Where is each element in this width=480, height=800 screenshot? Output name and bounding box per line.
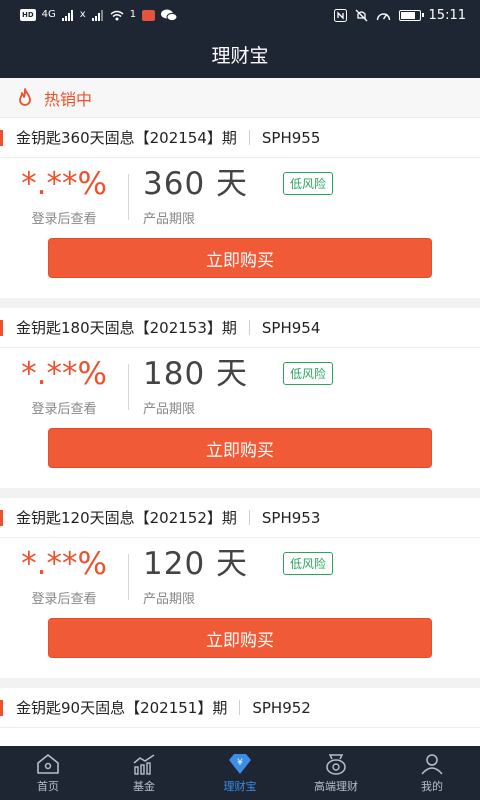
title-separator <box>248 130 250 145</box>
wifi-superscript: 1 <box>129 9 137 20</box>
rate-hint: 登录后查看 <box>31 212 97 227</box>
signal-2-icon: x <box>79 9 86 20</box>
buy-button[interactable]: 立即购买 <box>48 618 432 658</box>
product-card[interactable]: 金钥匙360天固息【202154】期 SPH955 *.**% 登录后查看 36… <box>0 118 480 298</box>
title-separator <box>239 700 241 715</box>
tab-label: 高端理财 <box>314 779 358 793</box>
risk-badge: 低风险 <box>283 552 334 575</box>
wifi-icon <box>110 10 124 20</box>
term-value: 120 天 <box>143 546 249 582</box>
buy-button[interactable]: 立即购买 <box>48 428 432 468</box>
product-title[interactable]: 金钥匙120天固息【202152】期 SPH953 <box>0 498 480 538</box>
tab-home[interactable]: 首页 <box>0 746 96 800</box>
product-name: 金钥匙90天固息【202151】期 <box>16 699 228 717</box>
status-bar: HD 4G x 1 15:11 <box>0 0 480 30</box>
rate-value: *.**% <box>21 356 107 392</box>
product-name: 金钥匙180天固息【202153】期 <box>16 319 237 337</box>
battery-level <box>400 11 415 19</box>
hot-section-header: 热销中 <box>0 78 480 118</box>
tab-label: 基金 <box>133 779 155 793</box>
term-value: 360 天 <box>143 166 249 202</box>
nav-bar: 理财宝 <box>0 30 480 78</box>
rate-hint: 登录后查看 <box>31 592 97 607</box>
tab-fund[interactable]: 基金 <box>96 746 192 800</box>
tab-premium[interactable]: 高端理财 <box>288 746 384 800</box>
term-label: 产品期限 <box>143 592 196 607</box>
term-label: 产品期限 <box>143 212 196 227</box>
tab-licaibao[interactable]: ¥ 理财宝 <box>192 746 288 800</box>
rate-value: *.**% <box>21 166 107 202</box>
product-info: *.**% 登录后查看 180 天 产品期限 低风险 <box>0 348 480 428</box>
product-card[interactable]: 金钥匙120天固息【202152】期 SPH953 *.**% 登录后查看 12… <box>0 498 480 678</box>
rate-block: *.**% 登录后查看 <box>0 348 128 417</box>
product-list[interactable]: 热销中 金钥匙360天固息【202154】期 SPH955 *.**% 登录后查… <box>0 78 480 746</box>
title-separator <box>248 510 250 525</box>
wechat-icon <box>161 9 178 21</box>
mute-icon <box>355 9 367 21</box>
product-code: SPH955 <box>261 128 321 147</box>
risk-badge: 低风险 <box>283 362 334 385</box>
speed-icon <box>376 12 390 20</box>
tab-mine[interactable]: 我的 <box>384 746 480 800</box>
rate-block: *.**% 登录后查看 <box>0 538 128 607</box>
diamond-icon: ¥ <box>229 753 251 774</box>
notification-icon <box>142 9 156 21</box>
hot-label: 热销中 <box>44 89 93 109</box>
term-value: 180 天 <box>143 356 249 392</box>
product-info: *.**% 登录后查看 360 天 产品期限 低风险 <box>0 158 480 238</box>
term-block: 180 天 产品期限 <box>129 348 248 417</box>
term-block: 360 天 产品期限 <box>129 158 248 227</box>
product-name: 金钥匙120天固息【202152】期 <box>16 509 237 527</box>
product-code: SPH954 <box>261 318 321 337</box>
nfc-icon <box>333 8 347 22</box>
signal-icon: 4G <box>41 9 56 20</box>
battery-icon <box>398 9 424 21</box>
user-icon <box>421 753 443 774</box>
product-name: 金钥匙360天固息【202154】期 <box>16 129 237 147</box>
tab-label: 我的 <box>421 779 443 793</box>
product-info: *.**% 登录后查看 120 天 产品期限 低风险 <box>0 538 480 618</box>
term-block: 120 天 产品期限 <box>129 538 248 607</box>
page-title: 理财宝 <box>211 44 269 67</box>
product-code: SPH953 <box>261 508 321 527</box>
term-label: 产品期限 <box>143 402 196 417</box>
signal-bars-2-icon <box>91 9 103 21</box>
product-code: SPH952 <box>252 698 311 717</box>
fire-icon <box>19 87 31 106</box>
rate-hint: 登录后查看 <box>31 402 97 417</box>
hd-badge: HD <box>20 9 36 21</box>
tab-label: 首页 <box>37 779 59 793</box>
chart-icon <box>133 753 155 775</box>
home-icon <box>37 753 59 774</box>
product-title[interactable]: 金钥匙180天固息【202153】期 SPH954 <box>0 308 480 348</box>
product-title[interactable]: 金钥匙90天固息【202151】期 SPH952 <box>0 688 480 728</box>
svg-text:¥: ¥ <box>237 758 243 768</box>
bag-icon <box>326 753 346 775</box>
rate-block: *.**% 登录后查看 <box>0 158 128 227</box>
tab-label: 理财宝 <box>223 779 257 793</box>
rate-value: *.**% <box>21 546 107 582</box>
product-card[interactable]: 金钥匙90天固息【202151】期 SPH952 <box>0 688 480 746</box>
tab-bar: 首页 基金 ¥ 理财宝 高端理财 我的 <box>0 746 480 800</box>
title-separator <box>248 320 250 335</box>
product-title[interactable]: 金钥匙360天固息【202154】期 SPH955 <box>0 118 480 158</box>
risk-badge: 低风险 <box>283 172 334 195</box>
buy-button[interactable]: 立即购买 <box>48 238 432 278</box>
product-info <box>0 728 480 746</box>
status-time: 15:11 <box>428 7 466 23</box>
signal-bars-icon <box>61 9 73 21</box>
product-card[interactable]: 金钥匙180天固息【202153】期 SPH954 *.**% 登录后查看 18… <box>0 308 480 488</box>
